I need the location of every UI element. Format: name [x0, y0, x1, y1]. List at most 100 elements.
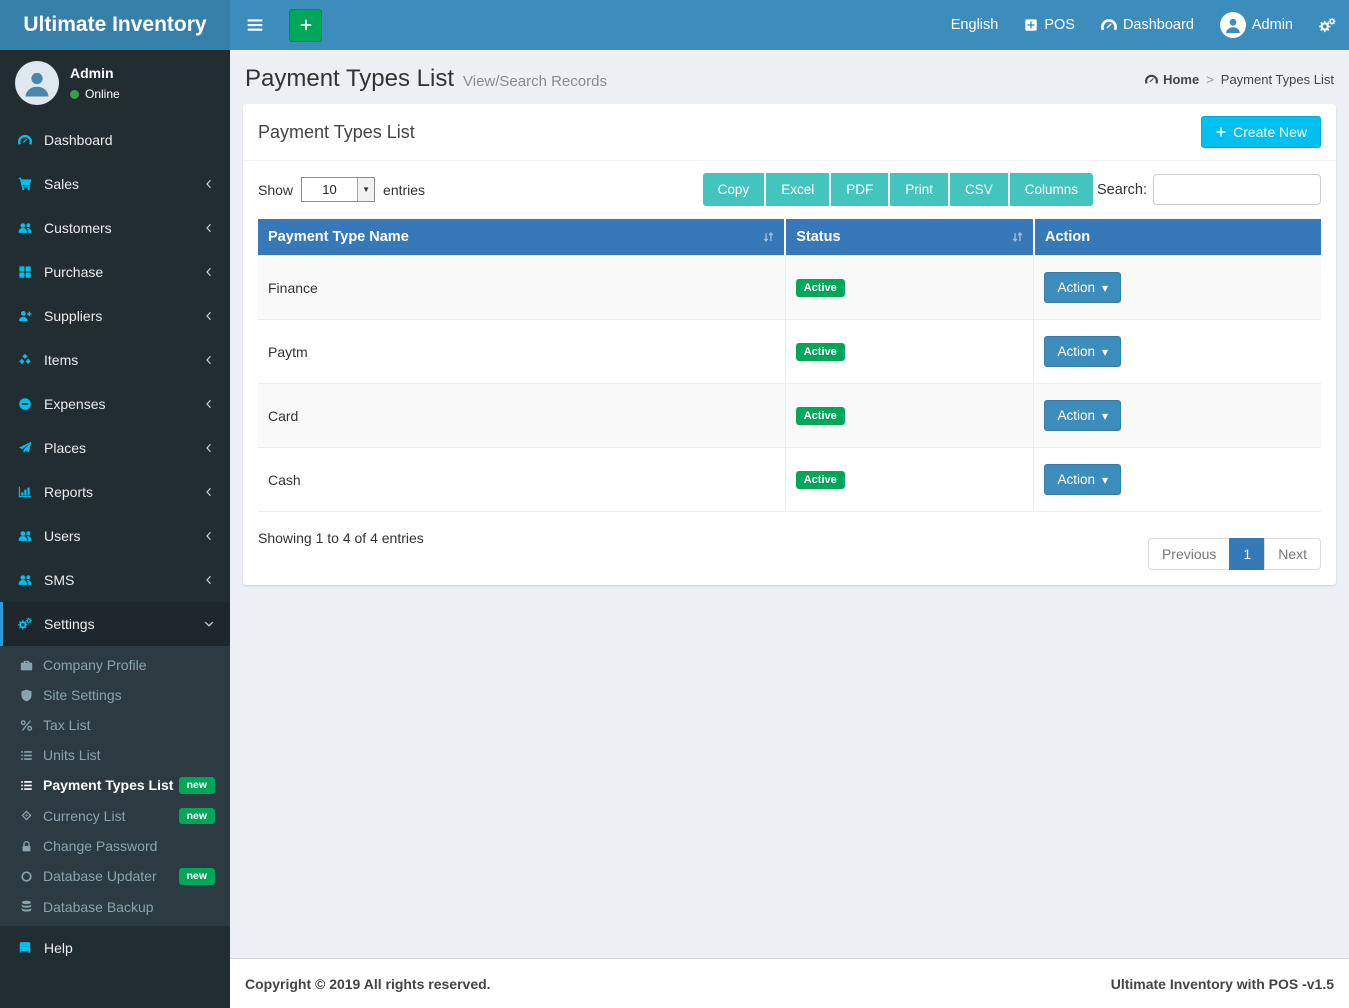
sidebar-item-label: Users	[44, 528, 81, 544]
excel-button[interactable]: Excel	[766, 173, 829, 206]
pos-link[interactable]: POS	[1011, 0, 1088, 50]
sidebar-user-name: Admin	[70, 65, 120, 81]
column-header-payment-type-name[interactable]: Payment Type Name	[258, 219, 785, 256]
sidebar-item-label: Payment Types List	[43, 777, 173, 793]
users-icon	[18, 221, 32, 235]
sidebar-item-database-updater[interactable]: Database Updater new	[0, 861, 230, 892]
action-dropdown-button[interactable]: Action	[1044, 336, 1121, 367]
pdf-button[interactable]: PDF	[831, 173, 888, 206]
page-size-group: Show 10 entries	[258, 177, 425, 202]
sidebar-item-currency-list[interactable]: Currency List new	[0, 801, 230, 832]
columns-button[interactable]: Columns	[1010, 173, 1093, 206]
sidebar-item-company-profile[interactable]: Company Profile	[0, 650, 230, 680]
pagination-previous-button[interactable]: Previous	[1148, 538, 1230, 570]
content-header: Payment Types List View/Search Records H…	[230, 50, 1349, 104]
shield-icon	[20, 689, 33, 702]
payment-type-name-cell: Cash	[258, 448, 785, 512]
content: Payment Types List View/Search Records H…	[230, 50, 1349, 958]
sidebar-item-site-settings[interactable]: Site Settings	[0, 680, 230, 710]
sidebar-item-tax-list[interactable]: Tax List	[0, 710, 230, 740]
breadcrumb-home-link[interactable]: Home	[1145, 72, 1199, 87]
pagination-page-1[interactable]: 1	[1229, 538, 1265, 570]
page-title: Payment Types List	[245, 65, 454, 93]
list-icon	[20, 749, 33, 762]
sidebar-toggle-button[interactable]	[230, 0, 280, 50]
export-button-group: Copy Excel PDF Print CSV Columns	[703, 173, 1093, 206]
sidebar-item-sales[interactable]: Sales	[0, 162, 230, 206]
sidebar-item-label: Purchase	[44, 264, 103, 280]
sidebar-item-settings[interactable]: Settings	[0, 602, 230, 646]
cogs-icon	[18, 617, 32, 631]
sidebar-item-dashboard[interactable]: Dashboard	[0, 118, 230, 162]
sidebar-item-reports[interactable]: Reports	[0, 470, 230, 514]
action-dropdown-button[interactable]: Action	[1044, 400, 1121, 431]
circle-icon	[20, 870, 33, 883]
navbar-right: English POS Dashboard Admin	[938, 0, 1349, 50]
sidebar-item-label: Sales	[44, 176, 79, 192]
sidebar-item-customers[interactable]: Customers	[0, 206, 230, 250]
sidebar-item-label: Places	[44, 440, 86, 456]
dashboard-icon	[1101, 17, 1117, 33]
app-window: Ultimate Inventory English POS Dashboard	[0, 0, 1349, 1008]
sidebar-item-units-list[interactable]: Units List	[0, 740, 230, 770]
plus-icon	[1215, 126, 1227, 138]
dashboard-link[interactable]: Dashboard	[1088, 0, 1207, 50]
payment-types-table: Payment Type Name Status Action	[258, 219, 1321, 512]
sidebar-item-label: Expenses	[44, 396, 105, 412]
sidebar-item-change-password[interactable]: Change Password	[0, 831, 230, 861]
brand-logo[interactable]: Ultimate Inventory	[0, 0, 230, 50]
new-badge: new	[179, 868, 215, 885]
page-size-select[interactable]: 10	[301, 177, 375, 202]
plus-square-icon	[1024, 18, 1038, 32]
sidebar-item-help[interactable]: Help	[0, 926, 230, 970]
table-info: Showing 1 to 4 of 4 entries	[258, 530, 424, 546]
settings-submenu: Company Profile Site Settings Tax List U…	[0, 646, 230, 926]
pagination-next-button[interactable]: Next	[1264, 538, 1321, 570]
create-new-button[interactable]: Create New	[1201, 116, 1321, 148]
sidebar-item-users[interactable]: Users	[0, 514, 230, 558]
payment-type-name-cell: Finance	[258, 256, 785, 320]
table-row: Cash Active Action	[258, 448, 1321, 512]
sidebar-item-purchase[interactable]: Purchase	[0, 250, 230, 294]
plus-icon	[299, 18, 313, 32]
action-dropdown-button[interactable]: Action	[1044, 464, 1121, 495]
caret-down-icon	[1102, 280, 1108, 295]
sidebar-item-label: Company Profile	[43, 657, 147, 673]
copy-button[interactable]: Copy	[703, 173, 765, 206]
table-row: Card Active Action	[258, 384, 1321, 448]
sidebar-menu: Dashboard Sales Customers Purchase Suppl…	[0, 118, 230, 970]
sidebar-item-database-backup[interactable]: Database Backup	[0, 892, 230, 922]
print-button[interactable]: Print	[890, 173, 948, 206]
action-cell: Action	[1034, 448, 1321, 512]
search-label: Search:	[1097, 182, 1147, 198]
person-icon	[22, 68, 52, 98]
sidebar-item-label: Site Settings	[43, 687, 122, 703]
sidebar-item-suppliers[interactable]: Suppliers	[0, 294, 230, 338]
user-menu[interactable]: Admin	[1207, 0, 1306, 50]
sidebar-item-label: Suppliers	[44, 308, 102, 324]
quick-add-button[interactable]	[289, 9, 322, 42]
sidebar-item-expenses[interactable]: Expenses	[0, 382, 230, 426]
list-icon	[20, 779, 33, 792]
status-cell: Active	[785, 384, 1034, 448]
lock-icon	[20, 840, 33, 853]
search-input[interactable]	[1153, 174, 1321, 205]
column-header-status[interactable]: Status	[785, 219, 1034, 256]
chevron-left-icon	[203, 354, 215, 366]
settings-menu-button[interactable]	[1306, 0, 1349, 50]
csv-button[interactable]: CSV	[950, 173, 1008, 206]
chevron-left-icon	[203, 574, 215, 586]
sidebar-item-places[interactable]: Places	[0, 426, 230, 470]
briefcase-icon	[20, 659, 33, 672]
action-dropdown-button[interactable]: Action	[1044, 272, 1121, 303]
home-dashboard-icon	[1145, 73, 1158, 86]
table-row: Paytm Active Action	[258, 320, 1321, 384]
sort-icon	[1011, 231, 1024, 244]
sidebar-item-sms[interactable]: SMS	[0, 558, 230, 602]
language-menu[interactable]: English	[938, 0, 1012, 50]
minus-circle-icon	[18, 397, 32, 411]
status-badge: Active	[796, 407, 845, 425]
sidebar-item-items[interactable]: Items	[0, 338, 230, 382]
sidebar-item-payment-types-list[interactable]: Payment Types List new	[0, 770, 230, 801]
caret-down-icon	[1102, 344, 1108, 359]
